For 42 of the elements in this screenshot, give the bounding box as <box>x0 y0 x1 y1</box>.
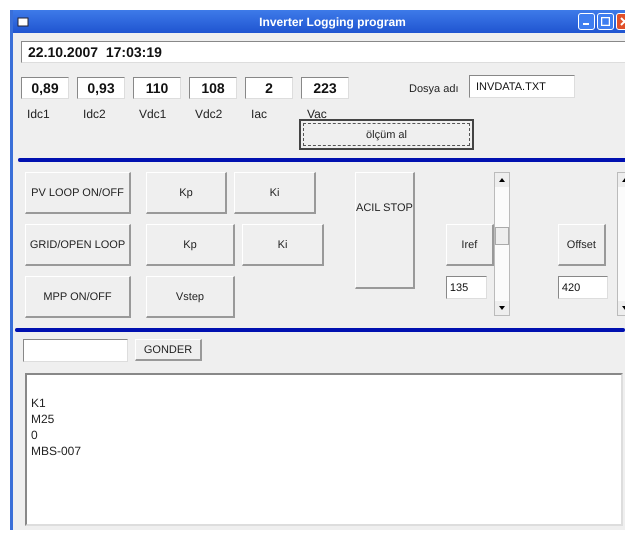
command-field[interactable] <box>23 339 128 362</box>
reading-label: Iac <box>250 107 268 121</box>
setpoint-button[interactable]: Offset <box>558 224 606 266</box>
maximize-icon <box>601 17 610 26</box>
log-line: MBS-007 <box>31 443 82 459</box>
reading-label: Vdc1 <box>138 107 168 121</box>
control-button[interactable]: Kp <box>146 172 227 214</box>
reading-field[interactable]: 2 <box>245 77 293 99</box>
control-button[interactable]: Ki <box>234 172 316 214</box>
window-icon <box>17 16 29 28</box>
setpoint-field[interactable]: 135 <box>446 276 487 299</box>
stop-button[interactable]: ACIL STOP <box>355 172 415 289</box>
window-title: Inverter Logging program <box>258 14 407 28</box>
reading-label: Idc2 <box>82 107 107 121</box>
setpoint-button[interactable]: Iref <box>446 224 494 266</box>
scroll-bar[interactable] <box>494 172 510 316</box>
reading-label: Vac <box>306 107 328 121</box>
file-name-label: Dosya adı <box>409 83 459 95</box>
control-button[interactable]: MPP ON/OFF <box>25 276 131 318</box>
control-button[interactable]: Kp <box>146 224 235 266</box>
send-button[interactable]: GONDER <box>135 339 202 361</box>
control-button[interactable]: PV LOOP ON/OFF <box>25 172 131 214</box>
minimize-button[interactable] <box>578 13 595 30</box>
file-name-field[interactable]: INVDATA.TXT <box>469 75 575 98</box>
datetime-field[interactable]: 22.10.2007 17:03:19 <box>21 41 625 63</box>
control-button[interactable]: Vstep <box>146 276 235 318</box>
log-area[interactable]: K1 M25 0 MBS-007 <box>25 373 623 526</box>
reading-field[interactable]: 223 <box>301 77 349 99</box>
control-button[interactable]: GRID/OPEN LOOP <box>25 224 131 266</box>
reading-field[interactable]: 108 <box>189 77 237 99</box>
reading-field[interactable]: 0,89 <box>21 77 69 99</box>
reading-label: Idc1 <box>26 107 51 121</box>
log-line: 0 <box>31 427 39 443</box>
measure-button[interactable]: ölçüm al <box>299 119 474 150</box>
reading-label: Vdc2 <box>194 107 224 121</box>
control-button[interactable]: Ki <box>242 224 324 266</box>
log-line: M25 <box>31 411 56 427</box>
reading-field[interactable]: 0,93 <box>77 77 125 99</box>
maximize-button[interactable] <box>597 13 614 30</box>
setpoint-field[interactable]: 420 <box>558 276 608 299</box>
reading-field[interactable]: 110 <box>133 77 181 99</box>
log-line: K1 <box>31 395 47 411</box>
